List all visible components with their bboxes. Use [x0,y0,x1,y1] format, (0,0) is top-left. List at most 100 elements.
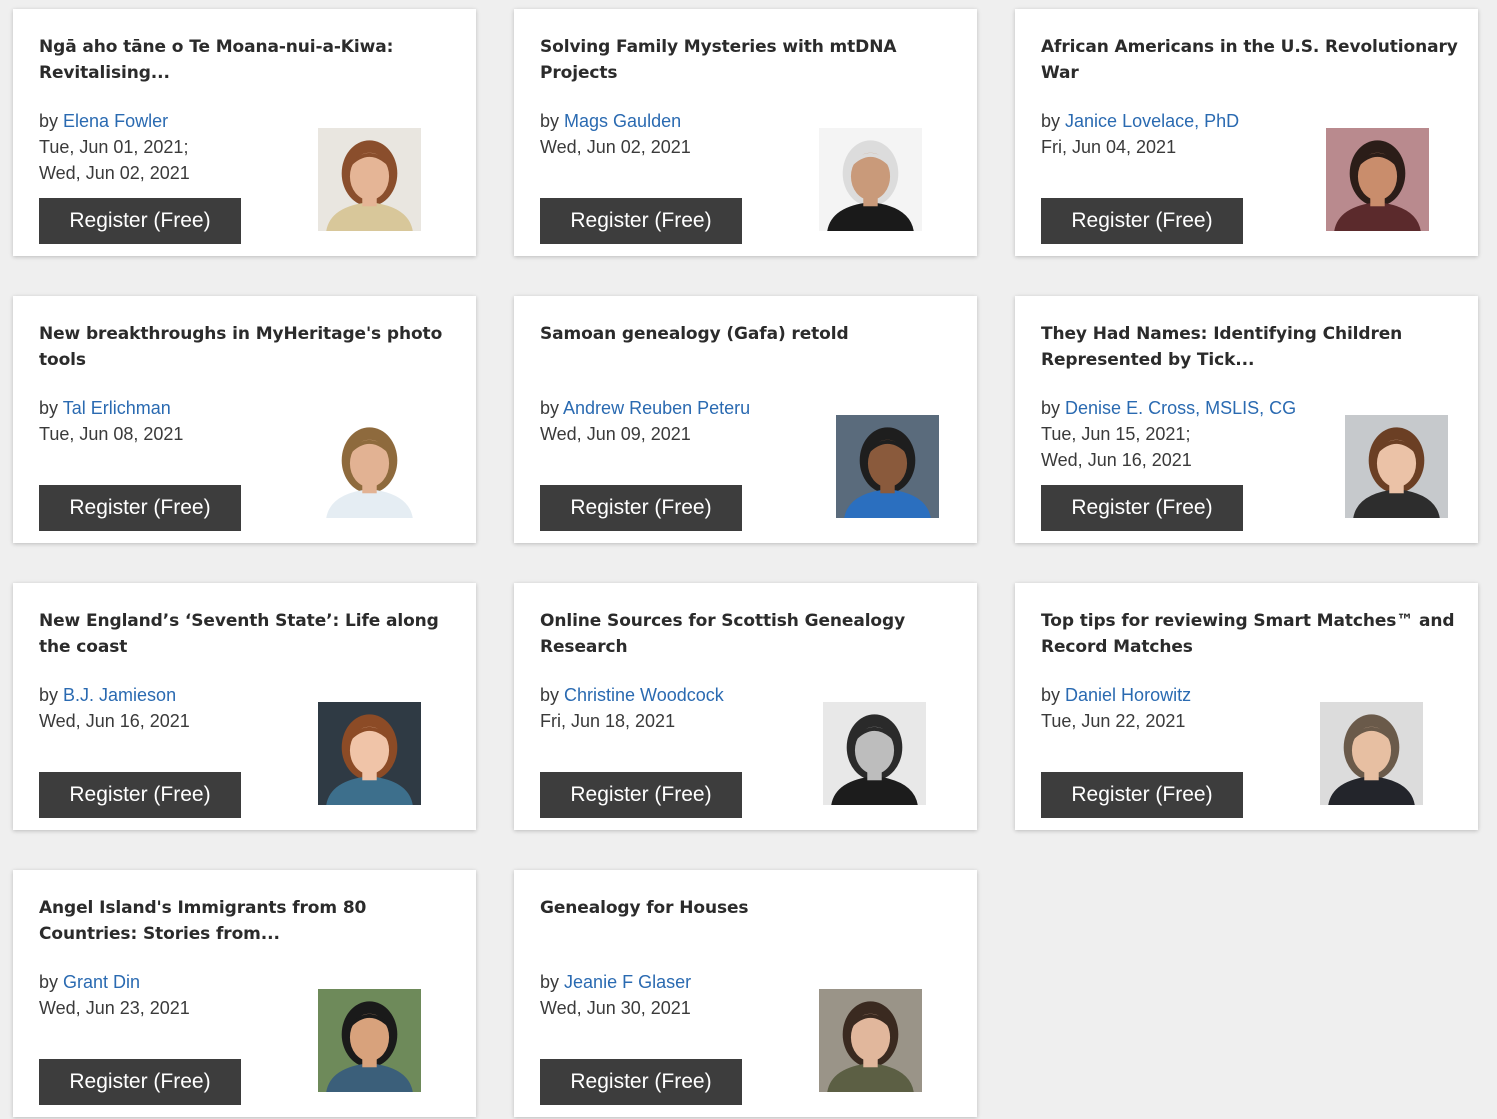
speaker-link[interactable]: Tal Erlichman [63,398,171,418]
webinar-title[interactable]: Solving Family Mysteries with mtDNA Proj… [540,34,960,86]
webinar-dates: Tue, Jun 01, 2021; Wed, Jun 02, 2021 [39,134,190,186]
webinar-card: Angel Island's Immigrants from 80 Countr… [13,870,476,1117]
webinar-card: Genealogy for Houses by Jeanie F Glaser … [514,870,977,1117]
by-label: by [540,111,560,131]
webinar-title[interactable]: Online Sources for Scottish Genealogy Re… [540,608,960,660]
register-button[interactable]: Register (Free) [1041,772,1243,818]
register-button[interactable]: Register (Free) [540,772,742,818]
speaker-photo [836,415,939,518]
webinar-title[interactable]: Angel Island's Immigrants from 80 Countr… [39,895,459,947]
speaker-photo [819,128,922,231]
webinar-title[interactable]: Genealogy for Houses [540,895,960,921]
speaker-link[interactable]: Christine Woodcock [564,685,724,705]
speaker-line: by Daniel Horowitz [1041,682,1191,708]
date-line: Wed, Jun 16, 2021 [1041,450,1192,470]
date-line: Fri, Jun 18, 2021 [540,711,676,731]
register-button[interactable]: Register (Free) [540,198,742,244]
portrait-graphic [318,415,421,518]
date-line: Fri, Jun 04, 2021 [1041,137,1177,157]
by-label: by [540,685,560,705]
webinar-dates: Wed, Jun 02, 2021 [540,134,691,160]
register-button[interactable]: Register (Free) [540,1059,742,1105]
speaker-line: by Mags Gaulden [540,108,681,134]
register-button[interactable]: Register (Free) [540,485,742,531]
date-line: Wed, Jun 23, 2021 [39,998,190,1018]
webinar-card: New breakthroughs in MyHeritage's photo … [13,296,476,543]
by-label: by [540,972,560,992]
speaker-link[interactable]: Jeanie F Glaser [564,972,691,992]
webinar-dates: Wed, Jun 23, 2021 [39,995,190,1021]
webinar-dates: Tue, Jun 22, 2021 [1041,708,1185,734]
speaker-link[interactable]: B.J. Jamieson [63,685,176,705]
speaker-line: by Grant Din [39,969,140,995]
speaker-photo [819,989,922,1092]
portrait-graphic [823,702,926,805]
date-line: Wed, Jun 30, 2021 [540,998,691,1018]
webinar-card: New England’s ‘Seventh State’: Life alon… [13,583,476,830]
portrait-graphic [1345,415,1448,518]
speaker-line: by B.J. Jamieson [39,682,176,708]
webinar-dates: Fri, Jun 04, 2021 [1041,134,1176,160]
date-line: Tue, Jun 15, 2021; [1041,424,1191,444]
webinar-card: Ngā aho tāne o Te Moana-nui-a-Kiwa: Revi… [13,9,476,256]
speaker-photo [1326,128,1429,231]
webinar-card: They Had Names: Identifying Children Rep… [1015,296,1478,543]
webinar-card: Samoan genealogy (Gafa) retold by Andrew… [514,296,977,543]
speaker-line: by Denise E. Cross, MSLIS, CG [1041,395,1296,421]
webinar-title[interactable]: New England’s ‘Seventh State’: Life alon… [39,608,459,660]
webinar-title[interactable]: They Had Names: Identifying Children Rep… [1041,321,1461,373]
speaker-photo [1320,702,1423,805]
portrait-graphic [1326,128,1429,231]
portrait-graphic [1320,702,1423,805]
speaker-line: by Christine Woodcock [540,682,724,708]
date-line: Wed, Jun 16, 2021 [39,711,190,731]
speaker-line: by Elena Fowler [39,108,168,134]
speaker-photo [1345,415,1448,518]
webinar-title[interactable]: Top tips for reviewing Smart Matches™ an… [1041,608,1461,660]
webinar-dates: Tue, Jun 08, 2021 [39,421,183,447]
date-line: Tue, Jun 22, 2021 [1041,711,1186,731]
speaker-link[interactable]: Grant Din [63,972,140,992]
speaker-link[interactable]: Mags Gaulden [564,111,681,131]
register-button[interactable]: Register (Free) [39,198,241,244]
date-line: Wed, Jun 02, 2021 [540,137,691,157]
webinar-title[interactable]: New breakthroughs in MyHeritage's photo … [39,321,459,373]
portrait-graphic [318,128,421,231]
register-button[interactable]: Register (Free) [1041,485,1243,531]
webinar-title[interactable]: Samoan genealogy (Gafa) retold [540,321,960,347]
webinar-card: Top tips for reviewing Smart Matches™ an… [1015,583,1478,830]
portrait-graphic [318,989,421,1092]
register-button[interactable]: Register (Free) [39,772,241,818]
speaker-photo [318,702,421,805]
speaker-link[interactable]: Janice Lovelace, PhD [1065,111,1239,131]
speaker-photo [823,702,926,805]
date-line: Tue, Jun 08, 2021 [39,424,184,444]
by-label: by [1041,111,1061,131]
speaker-line: by Janice Lovelace, PhD [1041,108,1239,134]
webinar-dates: Tue, Jun 15, 2021; Wed, Jun 16, 2021 [1041,421,1192,473]
webinar-dates: Wed, Jun 30, 2021 [540,995,691,1021]
register-button[interactable]: Register (Free) [39,1059,241,1105]
by-label: by [1041,398,1061,418]
webinar-dates: Wed, Jun 16, 2021 [39,708,190,734]
by-label: by [540,398,560,418]
register-button[interactable]: Register (Free) [1041,198,1243,244]
date-line: Wed, Jun 09, 2021 [540,424,691,444]
speaker-link[interactable]: Elena Fowler [63,111,168,131]
by-label: by [39,111,59,131]
portrait-graphic [836,415,939,518]
speaker-link[interactable]: Daniel Horowitz [1065,685,1191,705]
speaker-photo [318,989,421,1092]
speaker-link[interactable]: Andrew Reuben Peteru [563,398,750,418]
portrait-graphic [819,989,922,1092]
webinar-card: African Americans in the U.S. Revolution… [1015,9,1478,256]
register-button[interactable]: Register (Free) [39,485,241,531]
by-label: by [39,398,59,418]
speaker-line: by Jeanie F Glaser [540,969,691,995]
by-label: by [39,685,59,705]
webinar-title[interactable]: African Americans in the U.S. Revolution… [1041,34,1461,86]
speaker-link[interactable]: Denise E. Cross, MSLIS, CG [1065,398,1296,418]
speaker-photo [318,415,421,518]
date-line: Wed, Jun 02, 2021 [39,163,190,183]
webinar-title[interactable]: Ngā aho tāne o Te Moana-nui-a-Kiwa: Revi… [39,34,459,86]
